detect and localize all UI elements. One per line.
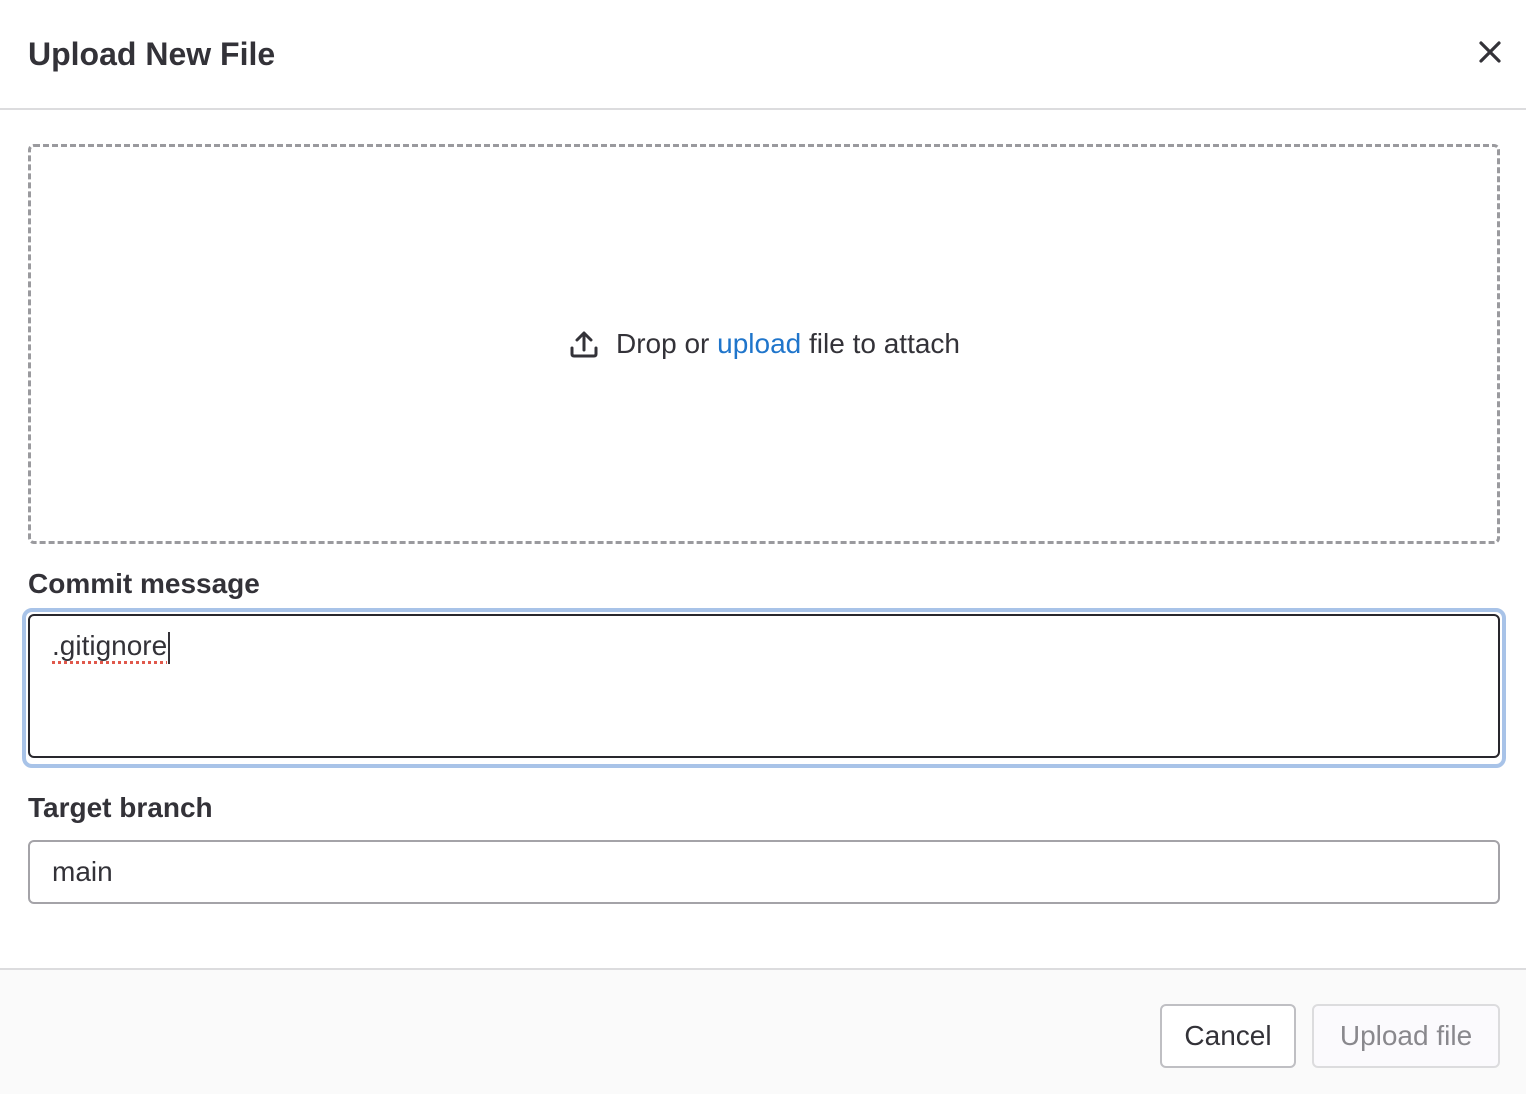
upload-link[interactable]: upload (717, 328, 801, 359)
upload-icon (568, 328, 600, 360)
dropzone-text-after: file to attach (801, 328, 960, 359)
commit-message-value: .gitignore (52, 630, 168, 661)
dropzone-text-before: Drop or (615, 328, 718, 359)
modal-header: Upload New File (0, 0, 1526, 110)
upload-file-button[interactable]: Upload file (1312, 1004, 1500, 1068)
modal-footer: Cancel Upload file (0, 968, 1526, 1094)
target-branch-input[interactable]: main (28, 840, 1500, 904)
commit-message-label: Commit message (28, 568, 260, 599)
cancel-button[interactable]: Cancel (1160, 1004, 1296, 1068)
modal-title: Upload New File (28, 36, 276, 72)
target-branch-label: Target branch (28, 792, 213, 823)
dropzone-text: Drop or upload file to attach (616, 328, 960, 360)
commit-message-focus-ring: .gitignore (22, 608, 1506, 768)
dropzone-content: Drop or upload file to attach (568, 328, 960, 360)
close-icon (1479, 41, 1501, 63)
file-dropzone[interactable]: Drop or upload file to attach (28, 144, 1500, 544)
close-button[interactable] (1476, 38, 1504, 66)
upload-file-modal: Upload New File Drop or upload file to a… (0, 0, 1526, 1094)
text-caret (168, 631, 171, 664)
commit-message-input[interactable]: .gitignore (28, 614, 1500, 758)
modal-body: Drop or upload file to attach Commit mes… (0, 110, 1526, 968)
